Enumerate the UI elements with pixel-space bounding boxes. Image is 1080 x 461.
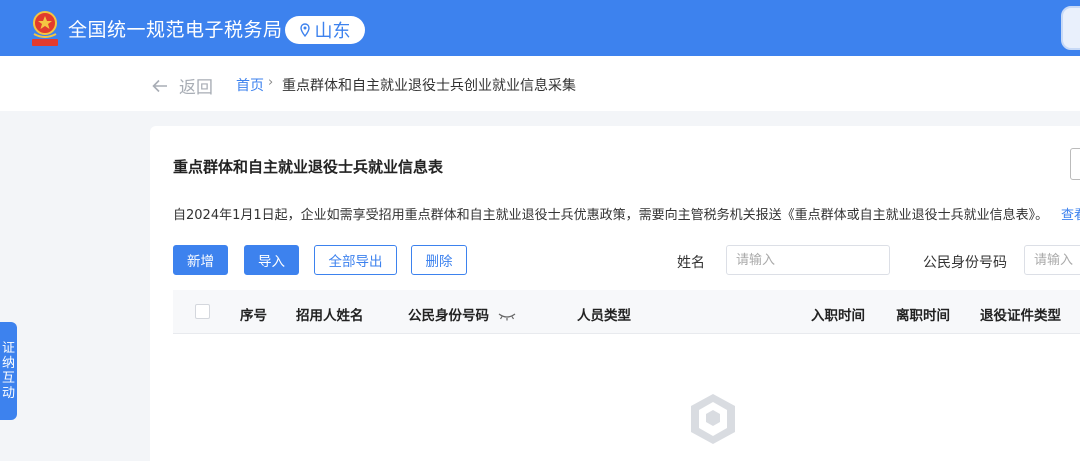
region-label: 山东: [314, 21, 351, 42]
tax-emblem-icon: [32, 11, 58, 46]
name-filter-label: 姓名: [677, 255, 705, 271]
column-header-veteran-doc-type: 退役证件类型: [980, 308, 1061, 324]
add-button[interactable]: 新增: [173, 245, 228, 275]
empty-box-icon: [691, 394, 735, 444]
side-tab-char: 纳: [1, 356, 15, 371]
breadcrumb-bar: 返回 首页 › 重点群体和自主就业退役士兵创业就业信息采集: [0, 56, 1080, 111]
back-button[interactable]: 返回: [152, 73, 213, 98]
side-tab-char: 互: [1, 371, 15, 386]
notice-view-link[interactable]: 查看: [1061, 204, 1080, 223]
breadcrumb-separator: ›: [268, 75, 274, 90]
page-title: 重点群体和自主就业退役士兵就业信息表: [173, 158, 444, 176]
column-header-leave-date: 离职时间: [896, 308, 950, 324]
card-action-button[interactable]: [1070, 148, 1080, 180]
column-header-index: 序号: [240, 308, 267, 324]
eye-closed-icon[interactable]: [498, 312, 516, 321]
top-header: 全国统一规范电子税务局 山东: [0, 0, 1080, 56]
column-header-id-label: 公民身份号码: [408, 308, 489, 324]
location-pin-icon: [299, 23, 310, 37]
region-selector[interactable]: 山东: [285, 16, 365, 44]
export-all-button[interactable]: 全部导出: [314, 245, 397, 275]
breadcrumb-home-link[interactable]: 首页: [236, 75, 264, 95]
name-filter-input[interactable]: [726, 245, 890, 275]
side-tab-char: 证: [1, 341, 15, 356]
arrow-left-icon: [152, 79, 167, 92]
policy-notice: 自2024年1月1日起，企业如需享受招用重点群体和自主就业退役士兵优惠政策，需要…: [173, 208, 1049, 223]
main-card: 重点群体和自主就业退役士兵就业信息表 自2024年1月1日起，企业如需享受招用重…: [150, 126, 1080, 461]
id-filter-label: 公民身份号码: [923, 255, 1007, 271]
select-all-checkbox[interactable]: [195, 304, 210, 319]
id-filter-input[interactable]: [1024, 245, 1080, 275]
column-header-hire-date: 入职时间: [811, 308, 865, 324]
breadcrumb-current: 重点群体和自主就业退役士兵创业就业信息采集: [282, 78, 576, 94]
column-header-employee-name: 招用人姓名: [296, 308, 364, 324]
side-tab-char: 动: [1, 386, 15, 401]
side-interaction-tab[interactable]: 证 纳 互 动: [0, 322, 17, 420]
user-avatar-button[interactable]: [1061, 6, 1080, 50]
back-label: 返回: [179, 78, 213, 98]
site-title: 全国统一规范电子税务局: [68, 19, 283, 41]
table-header: 序号 招用人姓名 公民身份号码 人员类型 入职时间 离职时间 退役证件类型: [173, 290, 1080, 334]
delete-button[interactable]: 删除: [411, 245, 467, 275]
column-header-id-number: 公民身份号码: [408, 304, 516, 324]
column-header-personnel-type: 人员类型: [577, 308, 631, 324]
import-button[interactable]: 导入: [244, 245, 299, 275]
